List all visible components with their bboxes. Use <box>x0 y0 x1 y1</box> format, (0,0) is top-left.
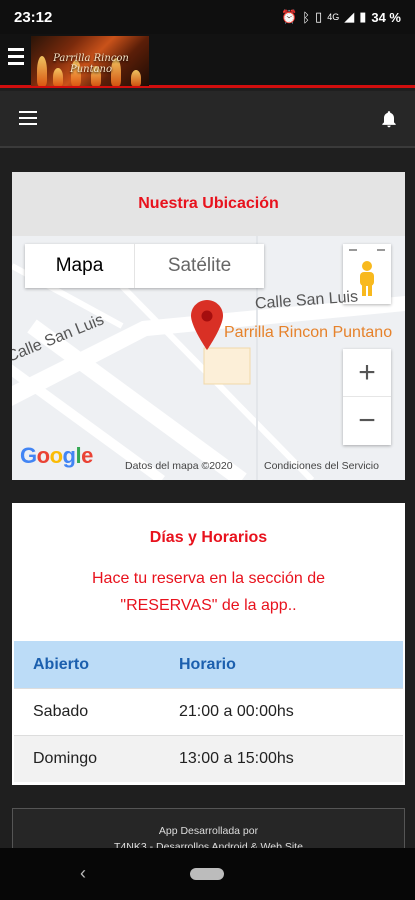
status-time: 23:12 <box>14 9 53 26</box>
notice-line-2: "RESERVAS" de la app.. <box>120 597 297 614</box>
back-icon[interactable]: ‹ <box>80 863 86 884</box>
location-pin-icon[interactable] <box>191 300 223 350</box>
bell-icon[interactable] <box>379 108 399 130</box>
logo-text: Parrilla Rincon Puntano <box>53 53 129 75</box>
hamburger-icon <box>8 48 24 51</box>
bluetooth-icon: ᛒ <box>302 9 311 25</box>
map-terms-link[interactable]: Condiciones del Servicio <box>264 460 379 472</box>
row-day: Sabado <box>33 703 89 720</box>
notice-line-1: Hace tu reserva en la sección de <box>91 570 325 587</box>
restaurant-logo[interactable]: Parrilla Rincon Puntano <box>31 36 149 86</box>
map-view[interactable]: Mapa Satélite Calle San Luis Calle San L… <box>12 236 405 480</box>
system-nav-bar: ‹ <box>0 848 415 900</box>
row-day: Domingo <box>33 750 98 767</box>
table-header: Abierto Horario <box>14 641 403 688</box>
schedule-table: Abierto Horario Sabado 21:00 a 00:00hs D… <box>14 641 403 782</box>
status-bar: 23:12 ⏰ ᛒ ▯ 4G ◢ ▮ 34 % <box>0 0 415 34</box>
table-row: Sabado 21:00 a 00:00hs <box>14 688 403 735</box>
location-card: Nuestra Ubicación Mapa Satélite Calle Sa… <box>12 172 405 480</box>
hours-card: Días y Horarios Hace tu reserva en la se… <box>12 503 405 785</box>
column-header-abierto: Abierto <box>33 655 89 673</box>
table-row: Domingo 13:00 a 15:00hs <box>14 735 403 782</box>
google-logo[interactable]: Google <box>20 443 93 469</box>
tab-mapa[interactable]: Mapa <box>25 244 135 288</box>
alarm-icon: ⏰ <box>281 9 298 24</box>
column-header-horario: Horario <box>179 655 236 673</box>
location-card-header: Nuestra Ubicación <box>12 172 405 236</box>
zoom-out-button[interactable]: − <box>343 397 391 445</box>
location-title: Nuestra Ubicación <box>138 195 279 212</box>
reservation-notice: Hace tu reserva en la sección de "RESERV… <box>12 565 405 619</box>
battery-percent: 34 % <box>371 9 401 25</box>
footer-line-1: App Desarrollada por <box>158 825 259 837</box>
navigation-bar <box>0 91 415 148</box>
row-hours: 13:00 a 15:00hs <box>179 750 294 767</box>
nav-menu-button[interactable] <box>19 111 37 127</box>
vibrate-icon: ▯ <box>315 9 323 24</box>
zoom-in-button[interactable]: + <box>343 349 391 397</box>
map-type-tabs: Mapa Satélite <box>25 244 264 288</box>
place-label[interactable]: Parrilla Rincon Puntano <box>224 324 392 342</box>
status-icons: ⏰ ᛒ ▯ 4G ◢ ▮ 34 % <box>281 9 401 25</box>
signal-icon: ◢ <box>344 9 355 24</box>
tab-satelite[interactable]: Satélite <box>135 244 264 288</box>
hamburger-icon <box>19 111 37 113</box>
map-attribution: Datos del mapa ©2020 <box>125 460 233 472</box>
hours-title: Días y Horarios <box>149 529 268 546</box>
battery-icon: ▮ <box>359 9 367 24</box>
4g-icon: 4G <box>327 12 340 22</box>
zoom-controls: + − <box>343 349 391 445</box>
header-menu-button[interactable] <box>8 48 24 68</box>
row-hours: 21:00 a 00:00hs <box>179 703 294 720</box>
app-header: Parrilla Rincon Puntano <box>0 34 415 88</box>
home-pill-button[interactable] <box>190 868 224 880</box>
